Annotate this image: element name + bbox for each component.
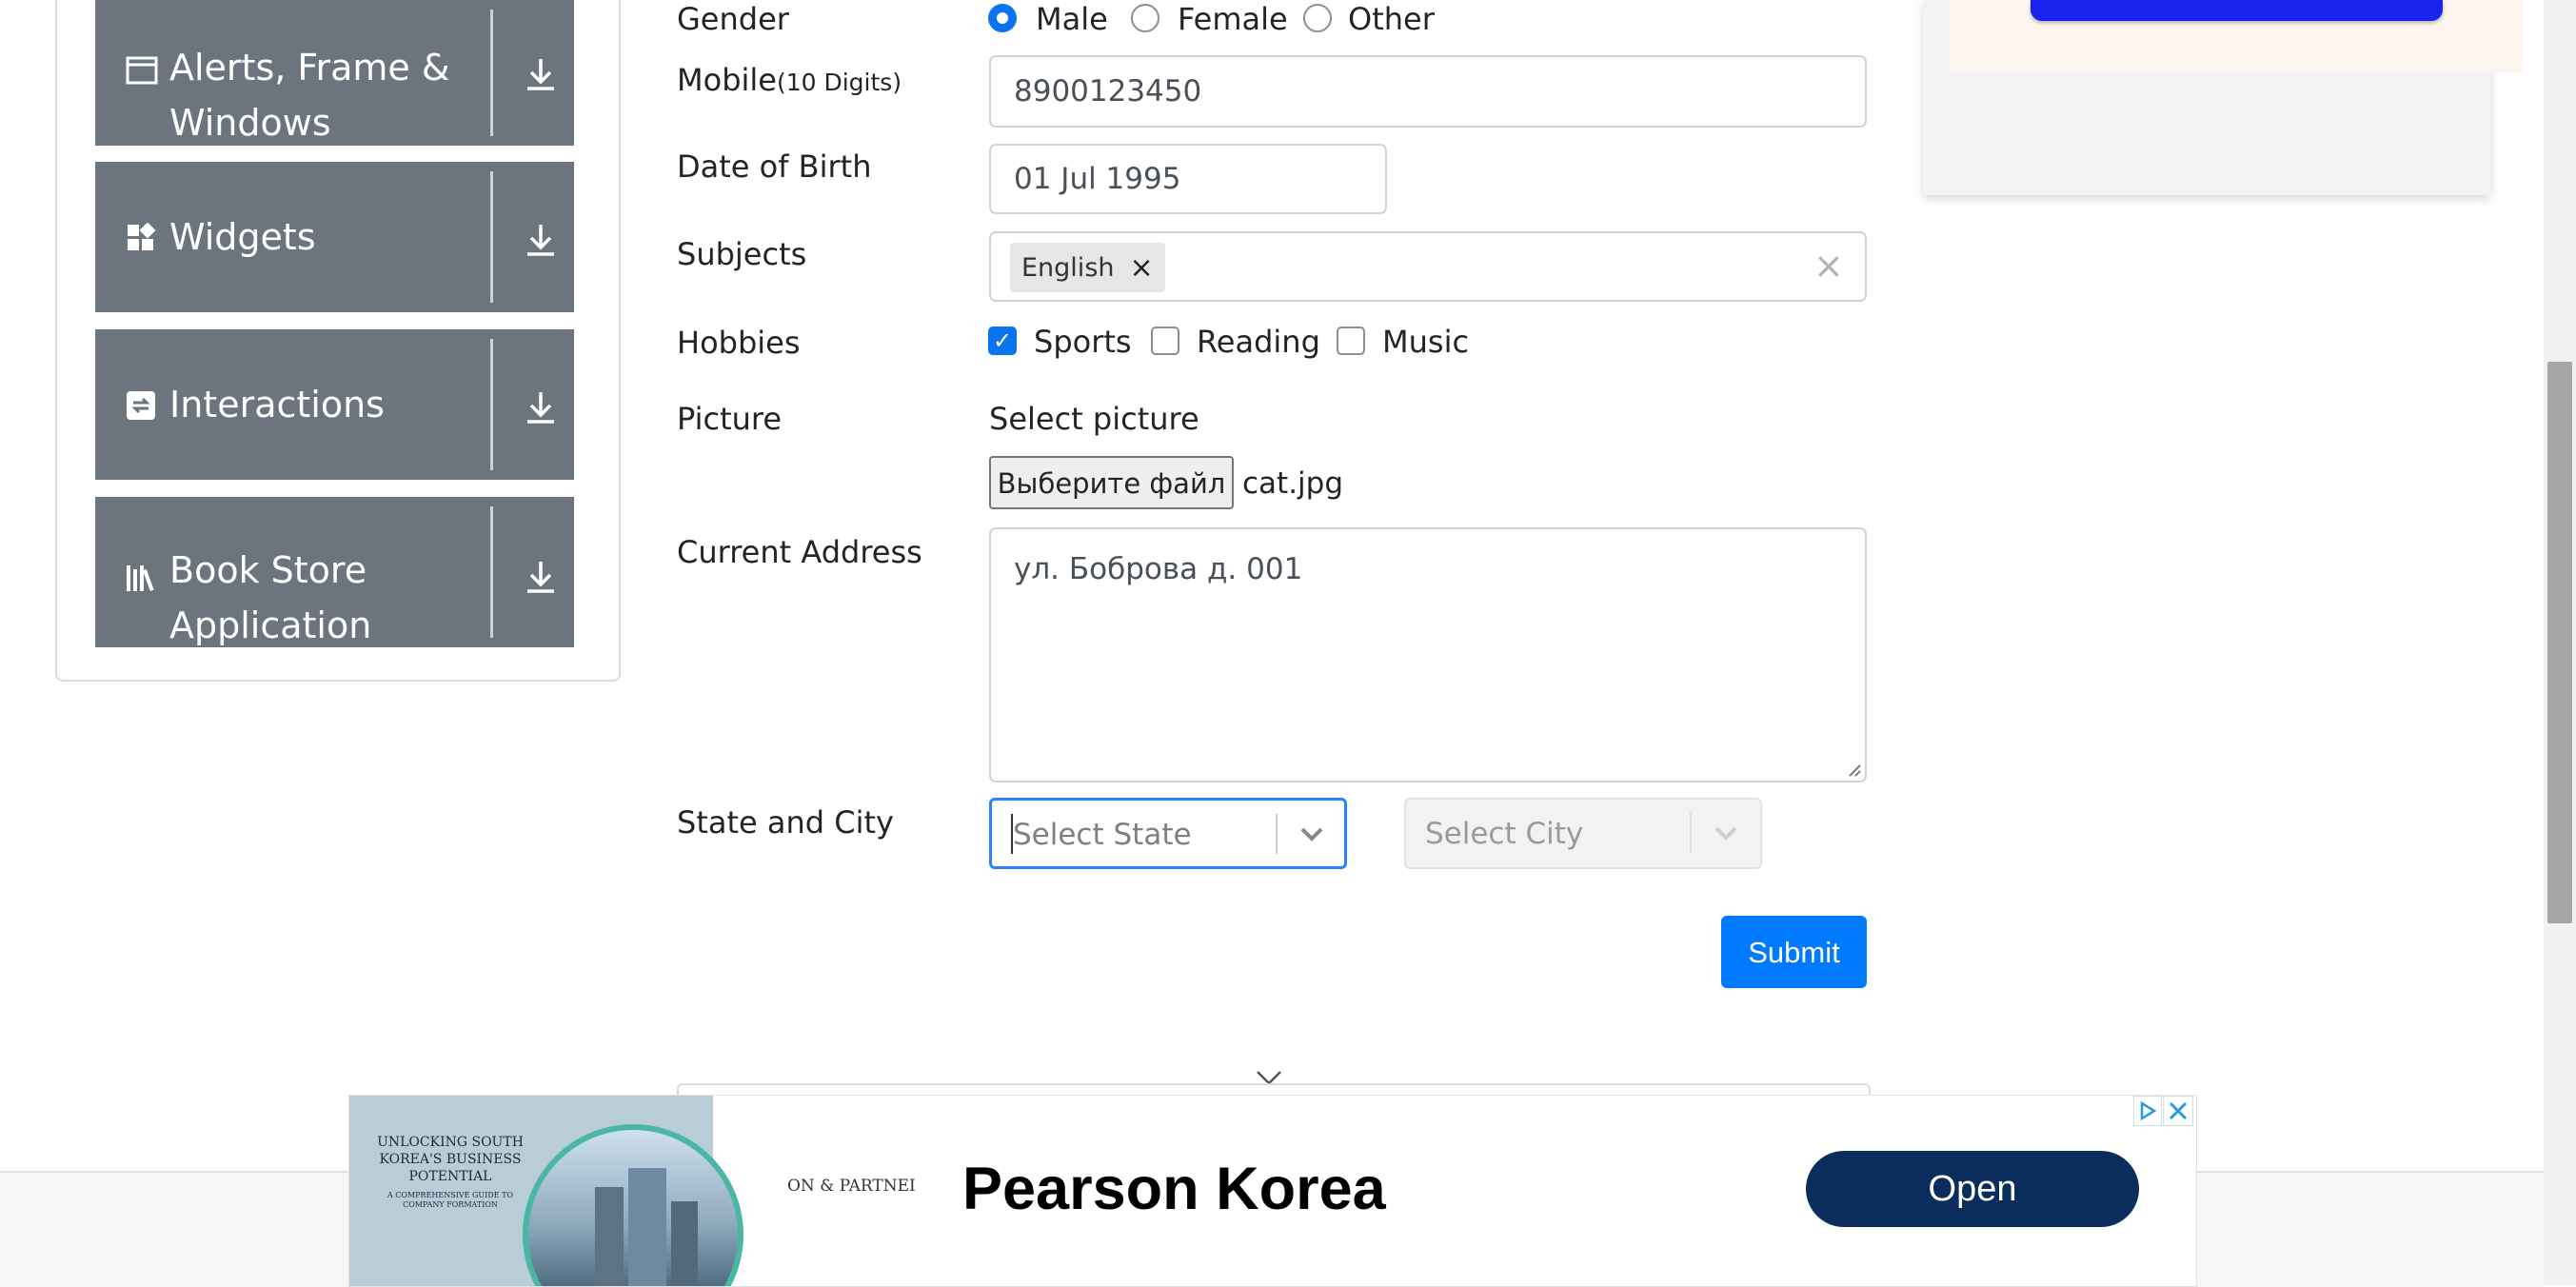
- city-select[interactable]: Select City: [1404, 798, 1762, 869]
- promo-button[interactable]: [2031, 0, 2443, 21]
- window-icon: [126, 55, 158, 91]
- divider: [490, 339, 493, 470]
- chevron-down-icon[interactable]: [1713, 822, 1739, 843]
- sidebar-group-bookstore[interactable]: Book Store Application: [95, 497, 574, 647]
- ad-book-title: UNLOCKING SOUTH KOREA'S BUSINESS POTENTI…: [377, 1135, 524, 1184]
- picture-label: Picture: [677, 401, 783, 437]
- gender-other-label[interactable]: Other: [1348, 0, 1435, 38]
- subject-tag: English ×: [1010, 243, 1165, 292]
- address-textarea[interactable]: ул. Боброва д. 001: [989, 527, 1867, 782]
- ad-building-photo: [523, 1124, 743, 1286]
- mobile-label: Mobile(10 Digits): [677, 61, 902, 102]
- picture-caption: Select picture: [989, 401, 1199, 437]
- dob-input[interactable]: 01 Jul 1995: [989, 144, 1387, 214]
- ad-book-cover: UNLOCKING SOUTH KOREA'S BUSINESS POTENTI…: [349, 1096, 743, 1286]
- gender-label: Gender: [677, 1, 789, 37]
- sidebar-group-interactions[interactable]: Interactions: [95, 329, 574, 480]
- interactions-icon: [126, 390, 156, 426]
- sidebar-group-label: Book Store Application: [169, 549, 372, 646]
- resize-handle-icon[interactable]: [1846, 762, 1861, 777]
- submit-button[interactable]: Submit: [1721, 916, 1867, 988]
- city-placeholder: Select City: [1425, 817, 1584, 851]
- sidebar-group-widgets[interactable]: Widgets: [95, 162, 574, 312]
- clear-icon[interactable]: ×: [1813, 245, 1844, 287]
- mobile-label-text: Mobile: [677, 62, 777, 98]
- ad-partner-text: ON & PARTNEI: [787, 1177, 916, 1196]
- choose-file-button[interactable]: Выберите файл: [989, 456, 1234, 509]
- scrollbar-thumb[interactable]: [2547, 362, 2572, 923]
- adchoices-icon[interactable]: [2133, 1096, 2162, 1126]
- ad-banner[interactable]: UNLOCKING SOUTH KOREA'S BUSINESS POTENTI…: [348, 1095, 2197, 1287]
- mobile-value: 8900123450: [1014, 74, 1202, 109]
- ad-headline: Pearson Korea: [962, 1156, 1386, 1222]
- divider: [490, 506, 493, 638]
- address-label: Current Address: [677, 534, 922, 570]
- gender-male-radio[interactable]: [988, 4, 1017, 32]
- ad-open-button[interactable]: Open: [1806, 1151, 2139, 1227]
- divider: [490, 10, 493, 136]
- address-value: ул. Боброва д. 001: [1014, 552, 1303, 586]
- state-city-label: State and City: [677, 804, 894, 841]
- sidebar-group-label: Alerts, Frame & Windows: [169, 47, 450, 144]
- gender-female-label[interactable]: Female: [1178, 0, 1288, 38]
- gender-male-label[interactable]: Male: [1036, 0, 1108, 38]
- subject-tag-label: English: [1021, 252, 1115, 283]
- books-icon: [126, 564, 158, 598]
- download-icon[interactable]: [522, 388, 560, 426]
- hobbies-label: Hobbies: [677, 325, 801, 361]
- gender-female-radio[interactable]: [1131, 4, 1159, 32]
- download-icon[interactable]: [522, 221, 560, 259]
- divider: [490, 171, 493, 303]
- ad-close-icon[interactable]: [2163, 1096, 2193, 1126]
- hobby-sports-label[interactable]: Sports: [1034, 323, 1132, 361]
- dob-value: 01 Jul 1995: [1014, 162, 1181, 196]
- divider: [1690, 813, 1692, 853]
- widgets-icon: [126, 222, 156, 259]
- subjects-input[interactable]: English × ×: [989, 231, 1867, 302]
- divider: [1276, 814, 1278, 854]
- hobby-reading-checkbox[interactable]: [1151, 327, 1179, 355]
- gender-other-radio[interactable]: [1303, 4, 1332, 32]
- subject-tag-remove[interactable]: ×: [1124, 251, 1165, 285]
- hobby-sports-checkbox[interactable]: ✓: [988, 327, 1017, 355]
- hobby-music-checkbox[interactable]: [1337, 327, 1365, 355]
- mobile-input[interactable]: 8900123450: [989, 55, 1867, 128]
- hobby-reading-label[interactable]: Reading: [1197, 323, 1320, 361]
- sidebar-group-label: Interactions: [169, 384, 385, 426]
- subjects-label: Subjects: [677, 236, 807, 272]
- download-icon[interactable]: [522, 558, 560, 596]
- hobby-music-label[interactable]: Music: [1382, 323, 1469, 361]
- state-placeholder: Select State: [1013, 818, 1192, 852]
- dob-label: Date of Birth: [677, 148, 872, 185]
- sidebar-group-alerts[interactable]: Alerts, Frame & Windows: [95, 0, 574, 146]
- state-select[interactable]: Select State: [989, 798, 1347, 869]
- mobile-hint: (10 Digits): [776, 69, 902, 96]
- chevron-down-icon[interactable]: [1298, 823, 1325, 844]
- selected-file-name: cat.jpg: [1242, 466, 1344, 501]
- ad-book-subtitle: A COMPREHENSIVE GUIDE TO COMPANY FORMATI…: [386, 1191, 514, 1209]
- download-icon[interactable]: [522, 55, 560, 93]
- sidebar-group-label: Widgets: [169, 216, 316, 258]
